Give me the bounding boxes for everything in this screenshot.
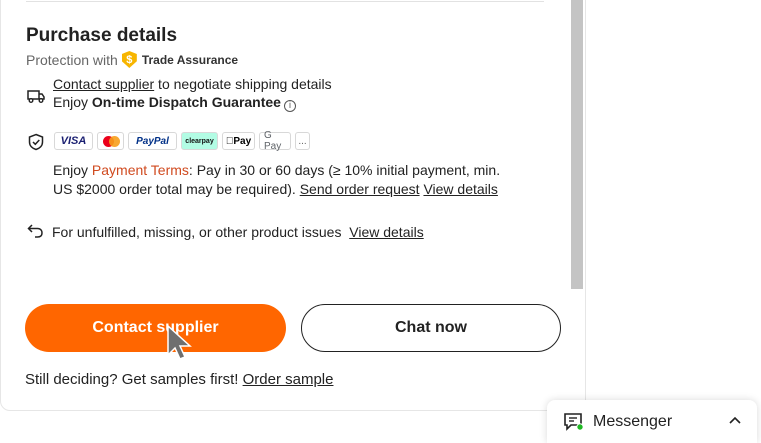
enjoy-prefix: Enjoy	[53, 94, 92, 110]
protection-prefix: Protection with	[26, 51, 118, 68]
mastercard-logo	[97, 132, 124, 150]
dispatch-guarantee-label: On-time Dispatch Guarantee	[91, 94, 281, 110]
chat-now-button[interactable]: Chat now	[301, 304, 561, 352]
trade-assurance-badge: $ Trade Assurance	[121, 51, 239, 68]
chevron-up-icon[interactable]	[728, 415, 742, 425]
return-arrow-icon	[27, 224, 43, 238]
scrollbar[interactable]	[571, 0, 583, 289]
shipping-row: Contact supplier to negotiate shipping d…	[26, 76, 566, 127]
apple-pay-logo: Pay	[222, 132, 255, 150]
paypal-logo: PayPal	[128, 132, 177, 150]
shipping-line-2: Enjoy On-time Dispatch Guarantee i	[53, 93, 296, 112]
payment-terms-link[interactable]: Payment Terms	[92, 162, 189, 178]
purchase-details-scroll-area: Purchase details Protection with $ Trade…	[1, 0, 571, 289]
clearpay-logo: clearpay	[181, 132, 218, 150]
more-payment-methods-icon[interactable]: ...	[295, 132, 310, 150]
returns-text: For unfulfilled, missing, or other produ…	[52, 224, 342, 240]
scrollbar-thumb[interactable]	[571, 0, 583, 289]
payment-view-details-link[interactable]: View details	[423, 181, 497, 197]
order-sample-link[interactable]: Order sample	[243, 371, 334, 388]
messenger-label: Messenger	[593, 413, 673, 430]
info-icon[interactable]: i	[283, 99, 296, 112]
chat-bubble-icon	[564, 413, 584, 431]
samples-text: Still deciding? Get samples first!	[25, 371, 243, 388]
divider	[26, 1, 544, 2]
payment-terms-line-1: Enjoy Payment Terms: Pay in 30 or 60 day…	[53, 161, 500, 180]
payment-terms-line-2: US $2000 order total may be required). S…	[53, 180, 498, 199]
shipping-line-1: Contact supplier to negotiate shipping d…	[53, 75, 332, 94]
payment-terms-text-2: US $2000 order total may be required).	[53, 181, 300, 197]
payment-methods: VISA PayPal clearpay Pay G Pay ...	[54, 130, 310, 152]
enjoy-prefix: Enjoy	[53, 162, 92, 178]
protection-line: Protection with $ Trade Assurance	[26, 51, 238, 68]
returns-line: For unfulfilled, missing, or other produ…	[52, 223, 424, 242]
samples-line: Still deciding? Get samples first! Order…	[25, 371, 333, 388]
negotiate-text: to negotiate shipping details	[154, 76, 332, 92]
contact-supplier-link[interactable]: Contact supplier	[53, 76, 154, 92]
send-order-request-link[interactable]: Send order request	[300, 181, 420, 197]
returns-view-details-link[interactable]: View details	[349, 224, 423, 240]
google-pay-logo: G Pay	[259, 130, 291, 152]
payment-terms-text: : Pay in 30 or 60 days (≥ 10% initial pa…	[188, 162, 501, 178]
visa-logo: VISA	[54, 132, 93, 150]
purchase-details-title: Purchase details	[26, 25, 178, 46]
shield-check-icon	[28, 133, 44, 151]
mouse-cursor-icon	[167, 325, 192, 360]
contact-supplier-button[interactable]: Contact supplier	[25, 304, 286, 352]
truck-icon	[27, 90, 45, 103]
messenger-widget[interactable]: Messenger	[547, 400, 757, 443]
trade-assurance-label: Trade Assurance	[141, 52, 239, 67]
trade-assurance-shield-icon: $	[121, 51, 137, 68]
column-divider	[585, 0, 586, 400]
